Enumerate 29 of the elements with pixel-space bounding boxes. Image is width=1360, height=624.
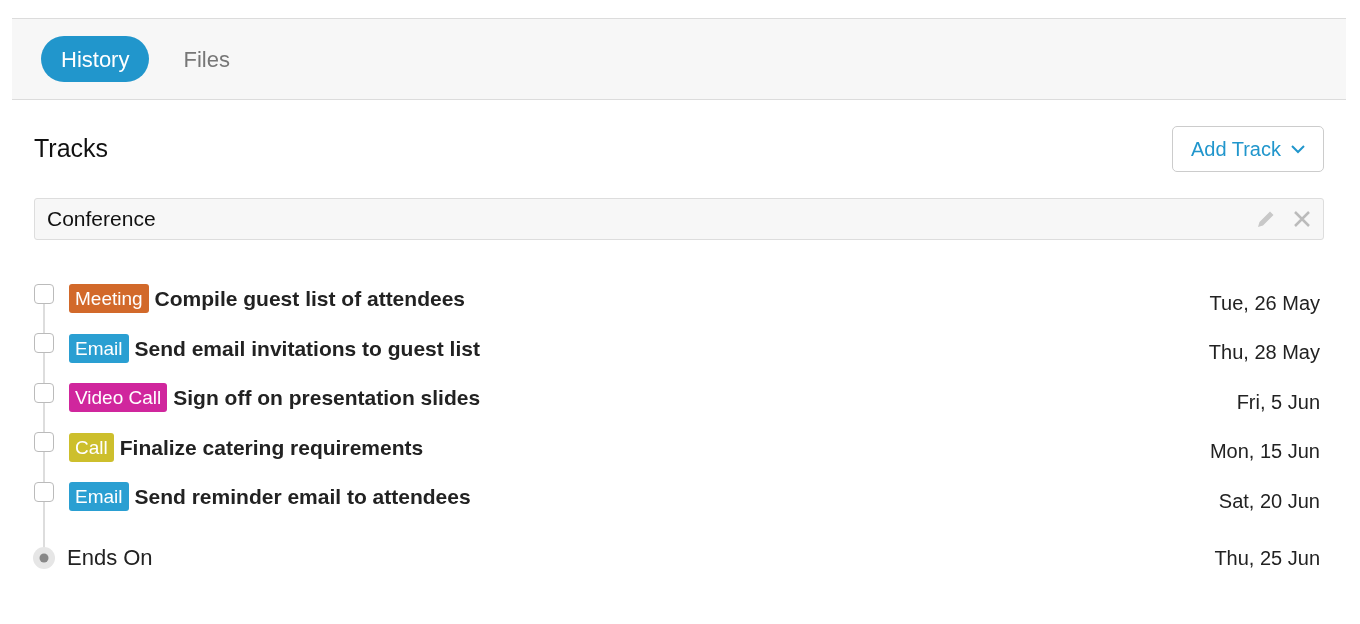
task-checkbox[interactable] [34,333,54,354]
task-checkbox[interactable] [34,432,54,453]
tag: Video Call [69,383,168,413]
close-icon[interactable] [1293,210,1311,228]
task-date: Sat, 20 Jun [1218,488,1321,514]
tag: Meeting [69,284,149,314]
task-checkbox[interactable] [34,382,54,403]
add-track-button[interactable]: Add Track [1171,126,1324,172]
task-date: Mon, 15 Jun [1209,439,1321,465]
track-name: Conference [47,206,156,233]
end-date: Thu, 25 Jun [1214,545,1321,571]
chevron-down-icon [1291,144,1305,154]
task-title: Send reminder email to attendees [134,484,471,510]
task-date: Thu, 28 May [1208,340,1321,366]
task-title: Send email invitations to guest list [134,335,480,362]
tag: Email [69,482,129,512]
tab[interactable]: History [41,36,150,82]
task-title: Sign off on presentation slides [173,385,481,411]
tag: Email [69,333,129,363]
tag: Call [69,432,114,462]
task-title: Finalize catering requirements [119,434,424,461]
task-title: Compile guest list of attendees [154,286,465,312]
task-checkbox[interactable] [34,283,54,304]
tab[interactable]: Files [163,36,250,82]
task-date: Tue, 26 May [1209,290,1321,316]
end-label: Ends On [67,544,153,572]
task-checkbox[interactable] [34,481,54,502]
section-title: Tracks [34,133,109,165]
task-date: Fri, 5 Jun [1236,389,1321,415]
